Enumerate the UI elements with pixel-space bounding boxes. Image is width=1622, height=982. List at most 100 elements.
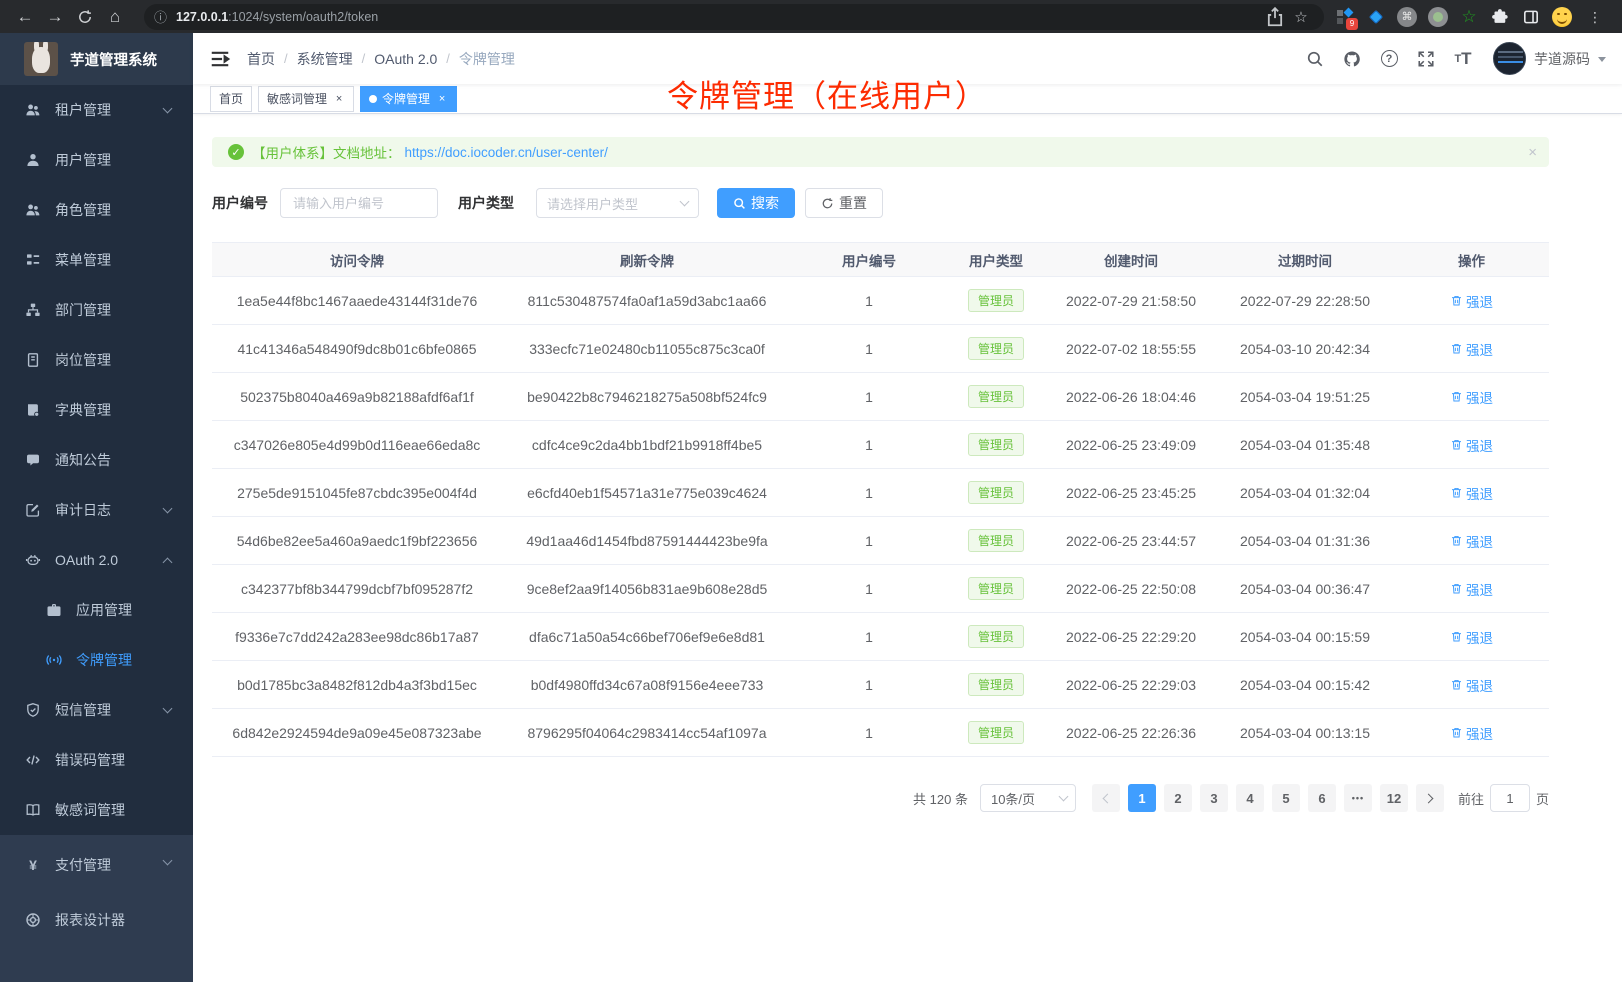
browser-forward-button[interactable]: → xyxy=(40,4,70,30)
browser-back-button[interactable]: ← xyxy=(10,4,40,30)
access-cell: b0d1785bc3a8482f812db4a3f3bd15ec xyxy=(212,661,502,709)
previous-page-button[interactable] xyxy=(1092,784,1120,812)
page-button-2[interactable]: 2 xyxy=(1164,784,1192,812)
sidebar-item-oauth2-app[interactable]: 应用管理 xyxy=(0,585,193,635)
browser-profile-avatar[interactable] xyxy=(1551,6,1573,28)
sidebar-item-error-code[interactable]: 错误码管理 xyxy=(0,735,193,785)
sidebar-item-notice[interactable]: 通知公告 xyxy=(0,435,193,485)
force-logout-button[interactable]: 强退 xyxy=(1450,483,1493,503)
share-icon[interactable] xyxy=(1262,6,1288,28)
sidebar-item-user[interactable]: 用户管理 xyxy=(0,135,193,185)
breadcrumb-item[interactable]: 系统管理 xyxy=(297,49,353,69)
extension-gem-icon[interactable] xyxy=(1365,6,1387,28)
sidebar-item-label: 应用管理 xyxy=(76,600,132,620)
force-logout-button[interactable]: 强退 xyxy=(1450,675,1493,695)
extensions-puzzle-icon[interactable] xyxy=(1489,6,1511,28)
help-icon[interactable]: ? xyxy=(1374,44,1404,74)
page-size-select[interactable]: 10条/页 xyxy=(980,784,1076,812)
tab-令牌管理[interactable]: 令牌管理× xyxy=(360,86,457,112)
github-icon[interactable] xyxy=(1337,44,1367,74)
sidebar-item-report[interactable]: 报表设计器 xyxy=(0,892,193,947)
sidebar-item-post[interactable]: 岗位管理 xyxy=(0,335,193,385)
trash-icon xyxy=(1450,582,1463,595)
force-logout-button[interactable]: 强退 xyxy=(1450,531,1493,551)
side-panel-icon[interactable] xyxy=(1520,6,1542,28)
breadcrumb-item[interactable]: OAuth 2.0 xyxy=(374,51,437,67)
table-row: 1ea5e44f8bc1467aaede43144f31de76811c5304… xyxy=(212,277,1549,325)
user-type-badge: 管理员 xyxy=(968,337,1024,360)
next-page-button[interactable] xyxy=(1416,784,1444,812)
sidebar-item-dept[interactable]: 部门管理 xyxy=(0,285,193,335)
user-type-cell: 管理员 xyxy=(946,661,1046,709)
extension-star-icon[interactable]: ☆ xyxy=(1458,6,1480,28)
breadcrumb-item: 令牌管理 xyxy=(459,49,515,69)
sidebar-item-dict[interactable]: 字典管理 xyxy=(0,385,193,435)
search-icon[interactable] xyxy=(1300,44,1330,74)
trash-icon xyxy=(1450,390,1463,403)
page-button-1[interactable]: 1 xyxy=(1128,784,1156,812)
user-type-select[interactable]: 请选择用户类型 xyxy=(536,188,699,218)
sidebar-item-oauth2-token[interactable]: 令牌管理 xyxy=(0,635,193,685)
breadcrumb-separator: / xyxy=(362,51,366,66)
user-type-badge: 管理员 xyxy=(968,577,1024,600)
page-button-12[interactable]: 12 xyxy=(1380,784,1408,812)
site-info-icon[interactable]: ⓘ xyxy=(154,7,167,26)
alert-close-icon[interactable]: × xyxy=(1528,144,1537,161)
browser-home-button[interactable]: ⌂ xyxy=(100,4,130,30)
force-logout-label: 强退 xyxy=(1466,435,1493,455)
sidebar-item-role[interactable]: 角色管理 xyxy=(0,185,193,235)
active-tab-dot xyxy=(369,95,377,103)
sidebar: 芋道管理系统 租户管理用户管理角色管理菜单管理部门管理岗位管理字典管理通知公告审… xyxy=(0,33,193,982)
force-logout-button[interactable]: 强退 xyxy=(1450,435,1493,455)
pagination-ellipsis[interactable]: ••• xyxy=(1344,784,1372,812)
expired-cell: 2054-03-04 01:31:36 xyxy=(1216,517,1394,565)
font-size-icon[interactable]: TT xyxy=(1448,44,1478,74)
created-cell: 2022-06-26 18:04:46 xyxy=(1046,373,1216,421)
extension-grid-icon[interactable]: 9 xyxy=(1334,6,1356,28)
tab-close-icon[interactable]: × xyxy=(333,93,345,105)
browser-reload-button[interactable] xyxy=(70,4,100,30)
user_id-cell: 1 xyxy=(792,517,946,565)
force-logout-button[interactable]: 强退 xyxy=(1450,291,1493,311)
search-button[interactable]: 搜索 xyxy=(717,188,795,218)
user_id-cell: 1 xyxy=(792,421,946,469)
address-bar[interactable]: ⓘ 127.0.0.1:1024/system/oauth2/token ☆ xyxy=(144,4,1324,30)
sidebar-item-audit-log[interactable]: 审计日志 xyxy=(0,485,193,535)
force-logout-button[interactable]: 强退 xyxy=(1450,627,1493,647)
sidebar-item-menu[interactable]: 菜单管理 xyxy=(0,235,193,285)
user-id-input[interactable] xyxy=(280,188,438,218)
page-button-3[interactable]: 3 xyxy=(1200,784,1228,812)
app-logo[interactable]: 芋道管理系统 xyxy=(0,33,193,85)
action-cell: 强退 xyxy=(1394,469,1549,517)
force-logout-button[interactable]: 强退 xyxy=(1450,579,1493,599)
page-button-4[interactable]: 4 xyxy=(1236,784,1264,812)
extension-record-icon[interactable] xyxy=(1427,6,1449,28)
sidebar-item-tenant[interactable]: 租户管理 xyxy=(0,85,193,135)
action-cell: 强退 xyxy=(1394,421,1549,469)
page-button-6[interactable]: 6 xyxy=(1308,784,1336,812)
reset-button[interactable]: 重置 xyxy=(805,188,883,218)
tab-首页[interactable]: 首页 xyxy=(210,86,252,112)
chevron-down-icon xyxy=(1059,792,1069,802)
fullscreen-icon[interactable] xyxy=(1411,44,1441,74)
breadcrumb-item[interactable]: 首页 xyxy=(247,49,275,69)
tab-敏感词管理[interactable]: 敏感词管理× xyxy=(258,86,354,112)
page-button-5[interactable]: 5 xyxy=(1272,784,1300,812)
bookmark-star-icon[interactable]: ☆ xyxy=(1288,6,1314,28)
sidebar-item-oauth2[interactable]: OAuth 2.0 xyxy=(0,535,193,585)
goto-page-input[interactable] xyxy=(1490,784,1530,812)
sidebar-item-sms[interactable]: 短信管理 xyxy=(0,685,193,735)
alert-doc-link[interactable]: https://doc.iocoder.cn/user-center/ xyxy=(405,145,608,160)
browser-menu-icon[interactable]: ⋮ xyxy=(1588,10,1602,24)
force-logout-label: 强退 xyxy=(1466,675,1493,695)
force-logout-button[interactable]: 强退 xyxy=(1450,387,1493,407)
force-logout-button[interactable]: 强退 xyxy=(1450,339,1493,359)
user-menu[interactable]: 芋道源码 xyxy=(1493,42,1606,75)
sidebar-item-pay[interactable]: ¥支付管理 xyxy=(0,837,193,892)
sidebar-item-sensitive[interactable]: 敏感词管理 xyxy=(0,785,193,835)
refresh-cell: dfa6c71a50a54c66bef706ef9e6e8d81 xyxy=(502,613,792,661)
tab-close-icon[interactable]: × xyxy=(436,93,448,105)
force-logout-button[interactable]: 强退 xyxy=(1450,723,1493,743)
collapse-sidebar-icon[interactable] xyxy=(209,48,231,70)
extension-command-icon[interactable]: ⌘ xyxy=(1396,6,1418,28)
